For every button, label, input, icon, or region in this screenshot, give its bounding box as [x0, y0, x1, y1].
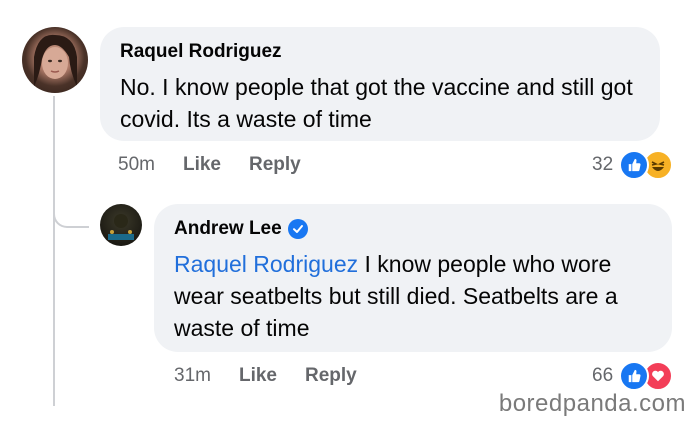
- avatar-photo: [108, 214, 134, 240]
- reply-author[interactable]: Andrew Lee: [174, 218, 652, 240]
- like-button[interactable]: Like: [183, 154, 221, 176]
- avatar[interactable]: [100, 204, 142, 246]
- avatar[interactable]: [22, 27, 88, 93]
- like-icon: [619, 150, 650, 180]
- reaction-count: 66: [592, 365, 614, 386]
- thread-line: [53, 96, 55, 406]
- reaction-summary[interactable]: 32: [592, 150, 674, 180]
- comment-actions: 50m Like Reply: [118, 154, 301, 176]
- reaction-count: 32: [592, 154, 614, 175]
- reply-text: Raquel Rodriguez I know people who wore …: [174, 248, 644, 344]
- watermark: boredpanda.com: [498, 390, 686, 417]
- like-icon: [619, 361, 650, 391]
- reply-button[interactable]: Reply: [249, 154, 301, 176]
- verified-badge-icon: [287, 219, 308, 239]
- like-button[interactable]: Like: [239, 365, 277, 387]
- reply-time[interactable]: 31m: [174, 365, 211, 387]
- avatar-photo: [34, 34, 77, 87]
- comment-author[interactable]: Raquel Rodriguez: [120, 41, 640, 63]
- comment-time[interactable]: 50m: [118, 154, 155, 176]
- reply-button[interactable]: Reply: [305, 365, 357, 387]
- reply-bubble: Andrew Lee Raquel Rodriguez I know peopl…: [154, 204, 672, 352]
- thread-branch: [53, 206, 89, 228]
- reply-actions: 31m Like Reply: [174, 365, 357, 387]
- comment-text: No. I know people that got the vaccine a…: [120, 74, 633, 132]
- mention-link[interactable]: Raquel Rodriguez: [174, 251, 358, 277]
- reaction-summary[interactable]: 66: [592, 361, 674, 391]
- comment-bubble: Raquel Rodriguez No. I know people that …: [100, 27, 660, 141]
